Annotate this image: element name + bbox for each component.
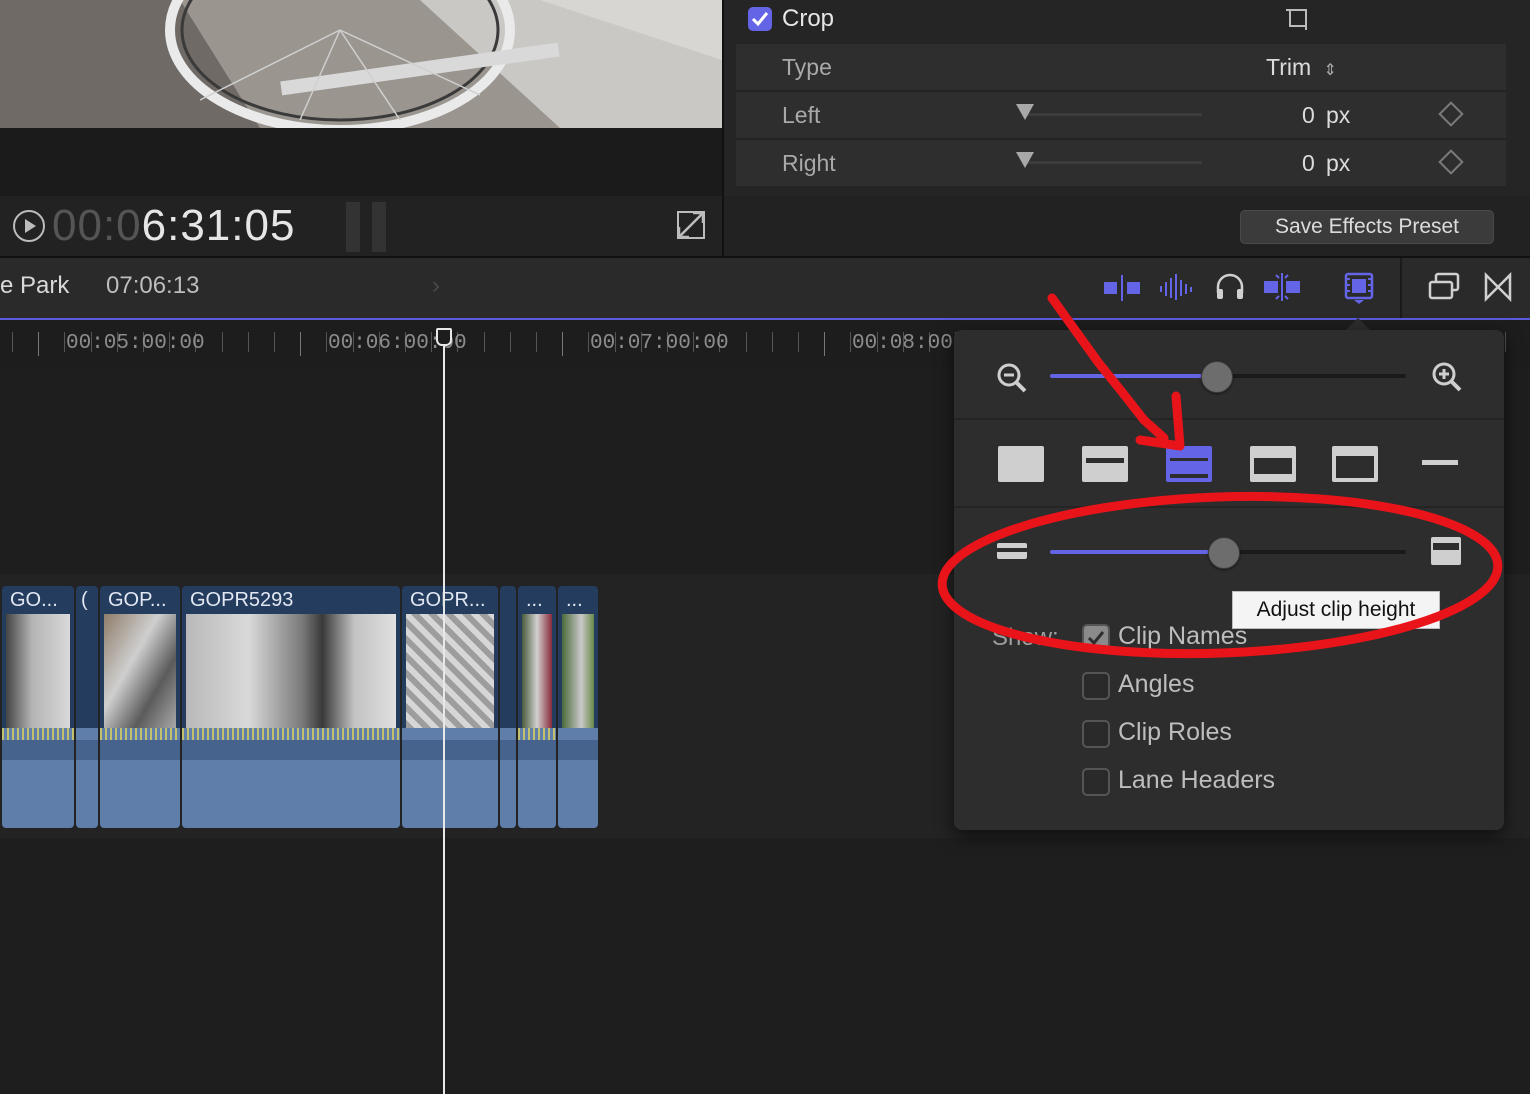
annotation-circle bbox=[937, 491, 1503, 659]
annotation-overlay bbox=[937, 293, 1503, 659]
annotation-arrow bbox=[1047, 293, 1185, 451]
